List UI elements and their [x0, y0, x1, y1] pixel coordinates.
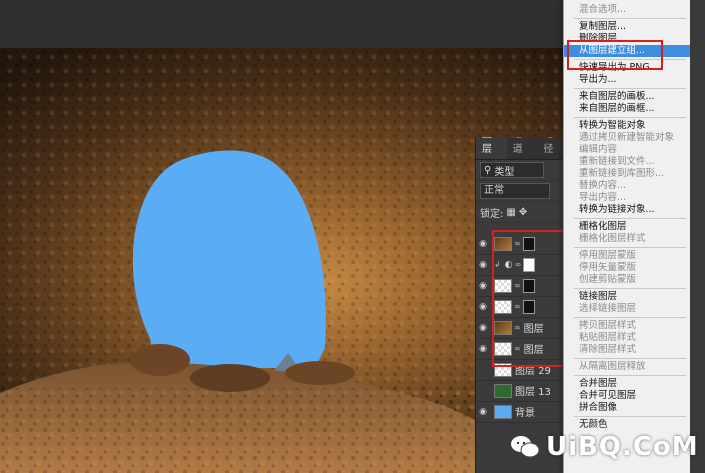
panel-tabs: 图层 通道 路径	[476, 137, 568, 160]
menu-item[interactable]: 转换为智能对象	[564, 120, 691, 132]
menu-item[interactable]: 转换为链接对象...	[564, 204, 691, 216]
tab-layers[interactable]: 图层	[476, 137, 507, 159]
layer-row[interactable]: ◉ 图层 13	[476, 380, 568, 402]
menu-item[interactable]: 导出为...	[564, 74, 691, 86]
tab-channels[interactable]: 通道	[507, 137, 538, 159]
menu-item[interactable]: 创建剪贴蒙版	[564, 274, 691, 286]
context-menu: 混合选项... 复制图层... 删除图层 从图层建立组... 快速导出为 PNG 导出为.…	[563, 0, 691, 473]
menu-item[interactable]: 替换内容...	[564, 180, 691, 192]
lock-label: 锁定:	[480, 208, 504, 220]
blend-row: 正常	[476, 181, 568, 202]
menu-item[interactable]: 重新链接到文件...	[564, 156, 691, 168]
layer-row[interactable]: ◉ 背景	[476, 401, 568, 423]
menu-item[interactable]: 栅格化图层样式	[564, 233, 691, 245]
menu-item[interactable]: 通过拷贝新建智能对象	[564, 132, 691, 144]
menu-item[interactable]: 编辑内容	[564, 144, 691, 156]
menu-separator	[574, 416, 686, 417]
eye-icon[interactable]: ◉	[476, 260, 490, 270]
menu-separator	[574, 247, 686, 248]
menu-item[interactable]: 合并可见图层	[564, 390, 691, 402]
eye-icon[interactable]: ◉	[476, 281, 490, 291]
eye-icon[interactable]: ◉	[476, 365, 490, 375]
menu-separator	[574, 375, 686, 376]
filter-row: ⚲ 类型	[476, 160, 568, 181]
menu-item[interactable]: 重新链接到库图形...	[564, 168, 691, 180]
eye-icon[interactable]: ◉	[476, 344, 490, 354]
watermark: UiBQ.CoM	[510, 425, 699, 469]
menu-item[interactable]: 停用矢量蒙版	[564, 262, 691, 274]
menu-item[interactable]: 选择链接图层	[564, 303, 691, 315]
layer-thumbnail	[494, 404, 512, 419]
menu-separator	[574, 288, 686, 289]
menu-item[interactable]: 粘贴图层样式	[564, 332, 691, 344]
lock-pixels-icon[interactable]: ▦	[506, 207, 515, 218]
annotation-box-layers	[492, 230, 566, 367]
eye-icon[interactable]: ◉	[476, 407, 490, 417]
menu-separator	[574, 317, 686, 318]
menu-separator	[574, 117, 686, 118]
layer-thumbnail	[494, 383, 512, 398]
menu-item[interactable]: 停用图层蒙版	[564, 250, 691, 262]
menu-separator	[574, 18, 686, 19]
layer-name: 背景	[515, 408, 535, 419]
wechat-icon	[511, 436, 540, 458]
menu-item[interactable]: 导出内容...	[564, 192, 691, 204]
filter-label: 类型	[494, 166, 515, 178]
search-icon: ⚲	[484, 164, 492, 176]
layer-name: 图层 13	[515, 387, 551, 398]
lock-row: 锁定: ▦ ✥	[476, 202, 568, 223]
menu-separator	[574, 358, 686, 359]
menu-item[interactable]: 拷贝图层样式	[564, 320, 691, 332]
menu-item[interactable]: 链接图层	[564, 291, 691, 303]
menu-item[interactable]: 清除图层样式	[564, 344, 691, 356]
menu-item[interactable]: 来自图层的画框...	[564, 103, 691, 115]
eye-icon[interactable]: ◉	[476, 323, 490, 333]
blend-mode-select[interactable]: 正常	[480, 183, 550, 199]
annotation-box-menu	[567, 40, 663, 70]
menu-item[interactable]: 合并图层	[564, 378, 691, 390]
menu-item[interactable]: 来自图层的画板...	[564, 91, 691, 103]
menu-item[interactable]: 复制图层...	[564, 21, 691, 33]
menu-item[interactable]: 从隔离图层释放	[564, 361, 691, 373]
layer-filter-select[interactable]: ⚲ 类型	[480, 162, 544, 178]
menu-item[interactable]: 拼合图像	[564, 402, 691, 414]
right-panel-strip	[690, 0, 705, 473]
menu-item[interactable]: 混合选项...	[564, 4, 691, 16]
eye-icon[interactable]: ◉	[476, 239, 490, 249]
menu-separator	[574, 218, 686, 219]
menu-separator	[574, 88, 686, 89]
eye-icon[interactable]: ◉	[476, 302, 490, 312]
lock-position-icon[interactable]: ✥	[519, 207, 527, 218]
eye-icon[interactable]: ◉	[476, 386, 490, 396]
watermark-text: UiBQ.CoM	[546, 432, 699, 462]
menu-item[interactable]: 栅格化图层	[564, 221, 691, 233]
